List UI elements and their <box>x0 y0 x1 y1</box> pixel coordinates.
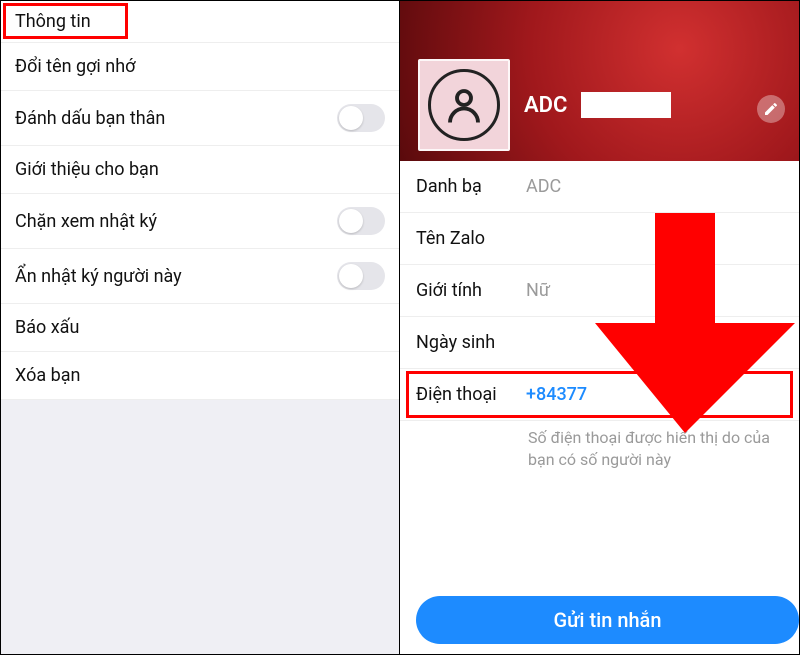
menu-item-info[interactable]: Thông tin <box>1 1 399 43</box>
info-value: Nữ <box>526 280 550 301</box>
menu-label: Ẩn nhật ký người này <box>15 266 182 287</box>
info-row-contact: Danh bạ ADC <box>400 161 799 213</box>
menu-item-report[interactable]: Báo xấu <box>1 304 399 352</box>
toggle-block-timeline[interactable] <box>337 207 385 235</box>
toggle-close-friend[interactable] <box>337 104 385 132</box>
cover-photo: ADC <box>400 1 799 161</box>
menu-label: Chặn xem nhật ký <box>15 211 157 232</box>
avatar-placeholder-icon <box>428 69 500 141</box>
avatar[interactable] <box>418 59 510 151</box>
menu-label: Báo xấu <box>15 317 79 338</box>
profile-name: ADC <box>524 93 567 118</box>
info-list: Danh bạ ADC Tên Zalo Giới tính Nữ Ngày s… <box>400 161 799 421</box>
pencil-icon <box>763 101 779 117</box>
menu-label: Xóa bạn <box>15 365 80 386</box>
info-label: Giới tính <box>416 280 526 301</box>
menu-item-introduce[interactable]: Giới thiệu cho bạn <box>1 146 399 194</box>
info-row-gender: Giới tính Nữ <box>400 265 799 317</box>
send-message-button[interactable]: Gửi tin nhắn <box>416 596 799 644</box>
info-label: Ngày sinh <box>416 332 526 353</box>
menu-label: Đánh dấu bạn thân <box>15 108 165 129</box>
profile-header: ADC <box>418 59 671 151</box>
info-label: Điện thoại <box>416 384 526 405</box>
menu-item-delete-friend[interactable]: Xóa bạn <box>1 352 399 400</box>
menu-label: Giới thiệu cho bạn <box>15 159 159 180</box>
menu-list: Thông tin Đổi tên gợi nhớ Đánh dấu bạn t… <box>1 1 399 654</box>
menu-item-hide-timeline[interactable]: Ẩn nhật ký người này <box>1 249 399 304</box>
menu-item-block-timeline[interactable]: Chặn xem nhật ký <box>1 194 399 249</box>
menu-label: Đổi tên gợi nhớ <box>15 56 135 77</box>
menu-label: Thông tin <box>15 11 91 32</box>
info-label: Danh bạ <box>416 176 526 197</box>
info-row-zalo-name: Tên Zalo <box>400 213 799 265</box>
settings-menu-panel: Thông tin Đổi tên gợi nhớ Đánh dấu bạn t… <box>1 1 400 654</box>
toggle-hide-timeline[interactable] <box>337 262 385 290</box>
info-row-phone: Điện thoại +84377 <box>400 369 799 421</box>
name-redacted <box>581 92 671 118</box>
profile-panel: ADC Danh bạ ADC Tên Zalo Giới tính Nữ Ng… <box>400 1 799 654</box>
phone-note: Số điện thoại được hiển thị do của bạn c… <box>400 421 799 488</box>
send-button-label: Gửi tin nhắn <box>554 608 662 632</box>
edit-button[interactable] <box>757 95 785 123</box>
menu-item-mark-close-friend[interactable]: Đánh dấu bạn thân <box>1 91 399 146</box>
info-value: ADC <box>526 176 561 197</box>
empty-area <box>1 400 399 654</box>
menu-item-rename[interactable]: Đổi tên gợi nhớ <box>1 43 399 91</box>
info-row-birthday: Ngày sinh <box>400 317 799 369</box>
phone-number[interactable]: +84377 <box>526 384 587 405</box>
info-label: Tên Zalo <box>416 228 526 249</box>
